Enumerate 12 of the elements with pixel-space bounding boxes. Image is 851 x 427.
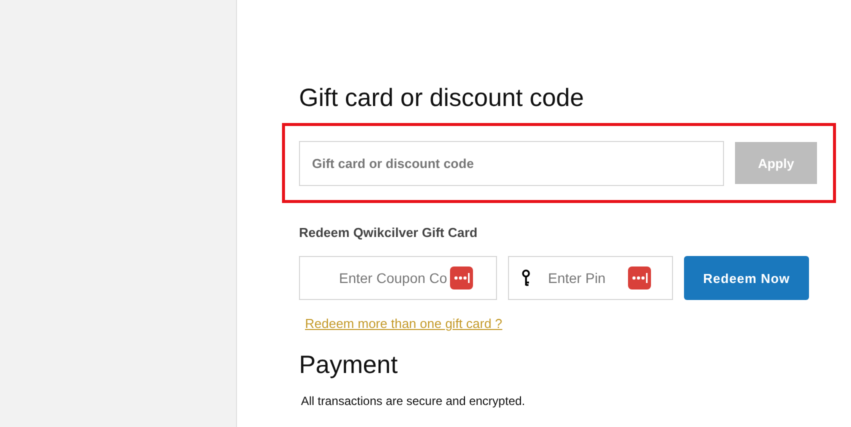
discount-code-field[interactable]: Gift card or discount code bbox=[299, 140, 724, 186]
redeem-button[interactable]: Redeem Now bbox=[684, 256, 809, 300]
pin-field[interactable]: Enter Pin bbox=[508, 256, 673, 300]
security-note: All transactions are secure and encrypted. bbox=[301, 394, 526, 408]
password-manager-icon[interactable] bbox=[450, 266, 473, 290]
password-manager-icon[interactable] bbox=[628, 266, 651, 290]
redeem-more-link[interactable]: Redeem more than one gift card ? bbox=[305, 316, 502, 331]
coupon-code-field[interactable]: Enter Coupon Co bbox=[299, 256, 497, 300]
section-heading: Payment bbox=[299, 351, 399, 380]
subsection-heading: Redeem Qwikcilver Gift Card bbox=[299, 225, 478, 240]
section-heading: Gift card or discount code bbox=[299, 84, 585, 113]
key-icon bbox=[521, 270, 531, 286]
